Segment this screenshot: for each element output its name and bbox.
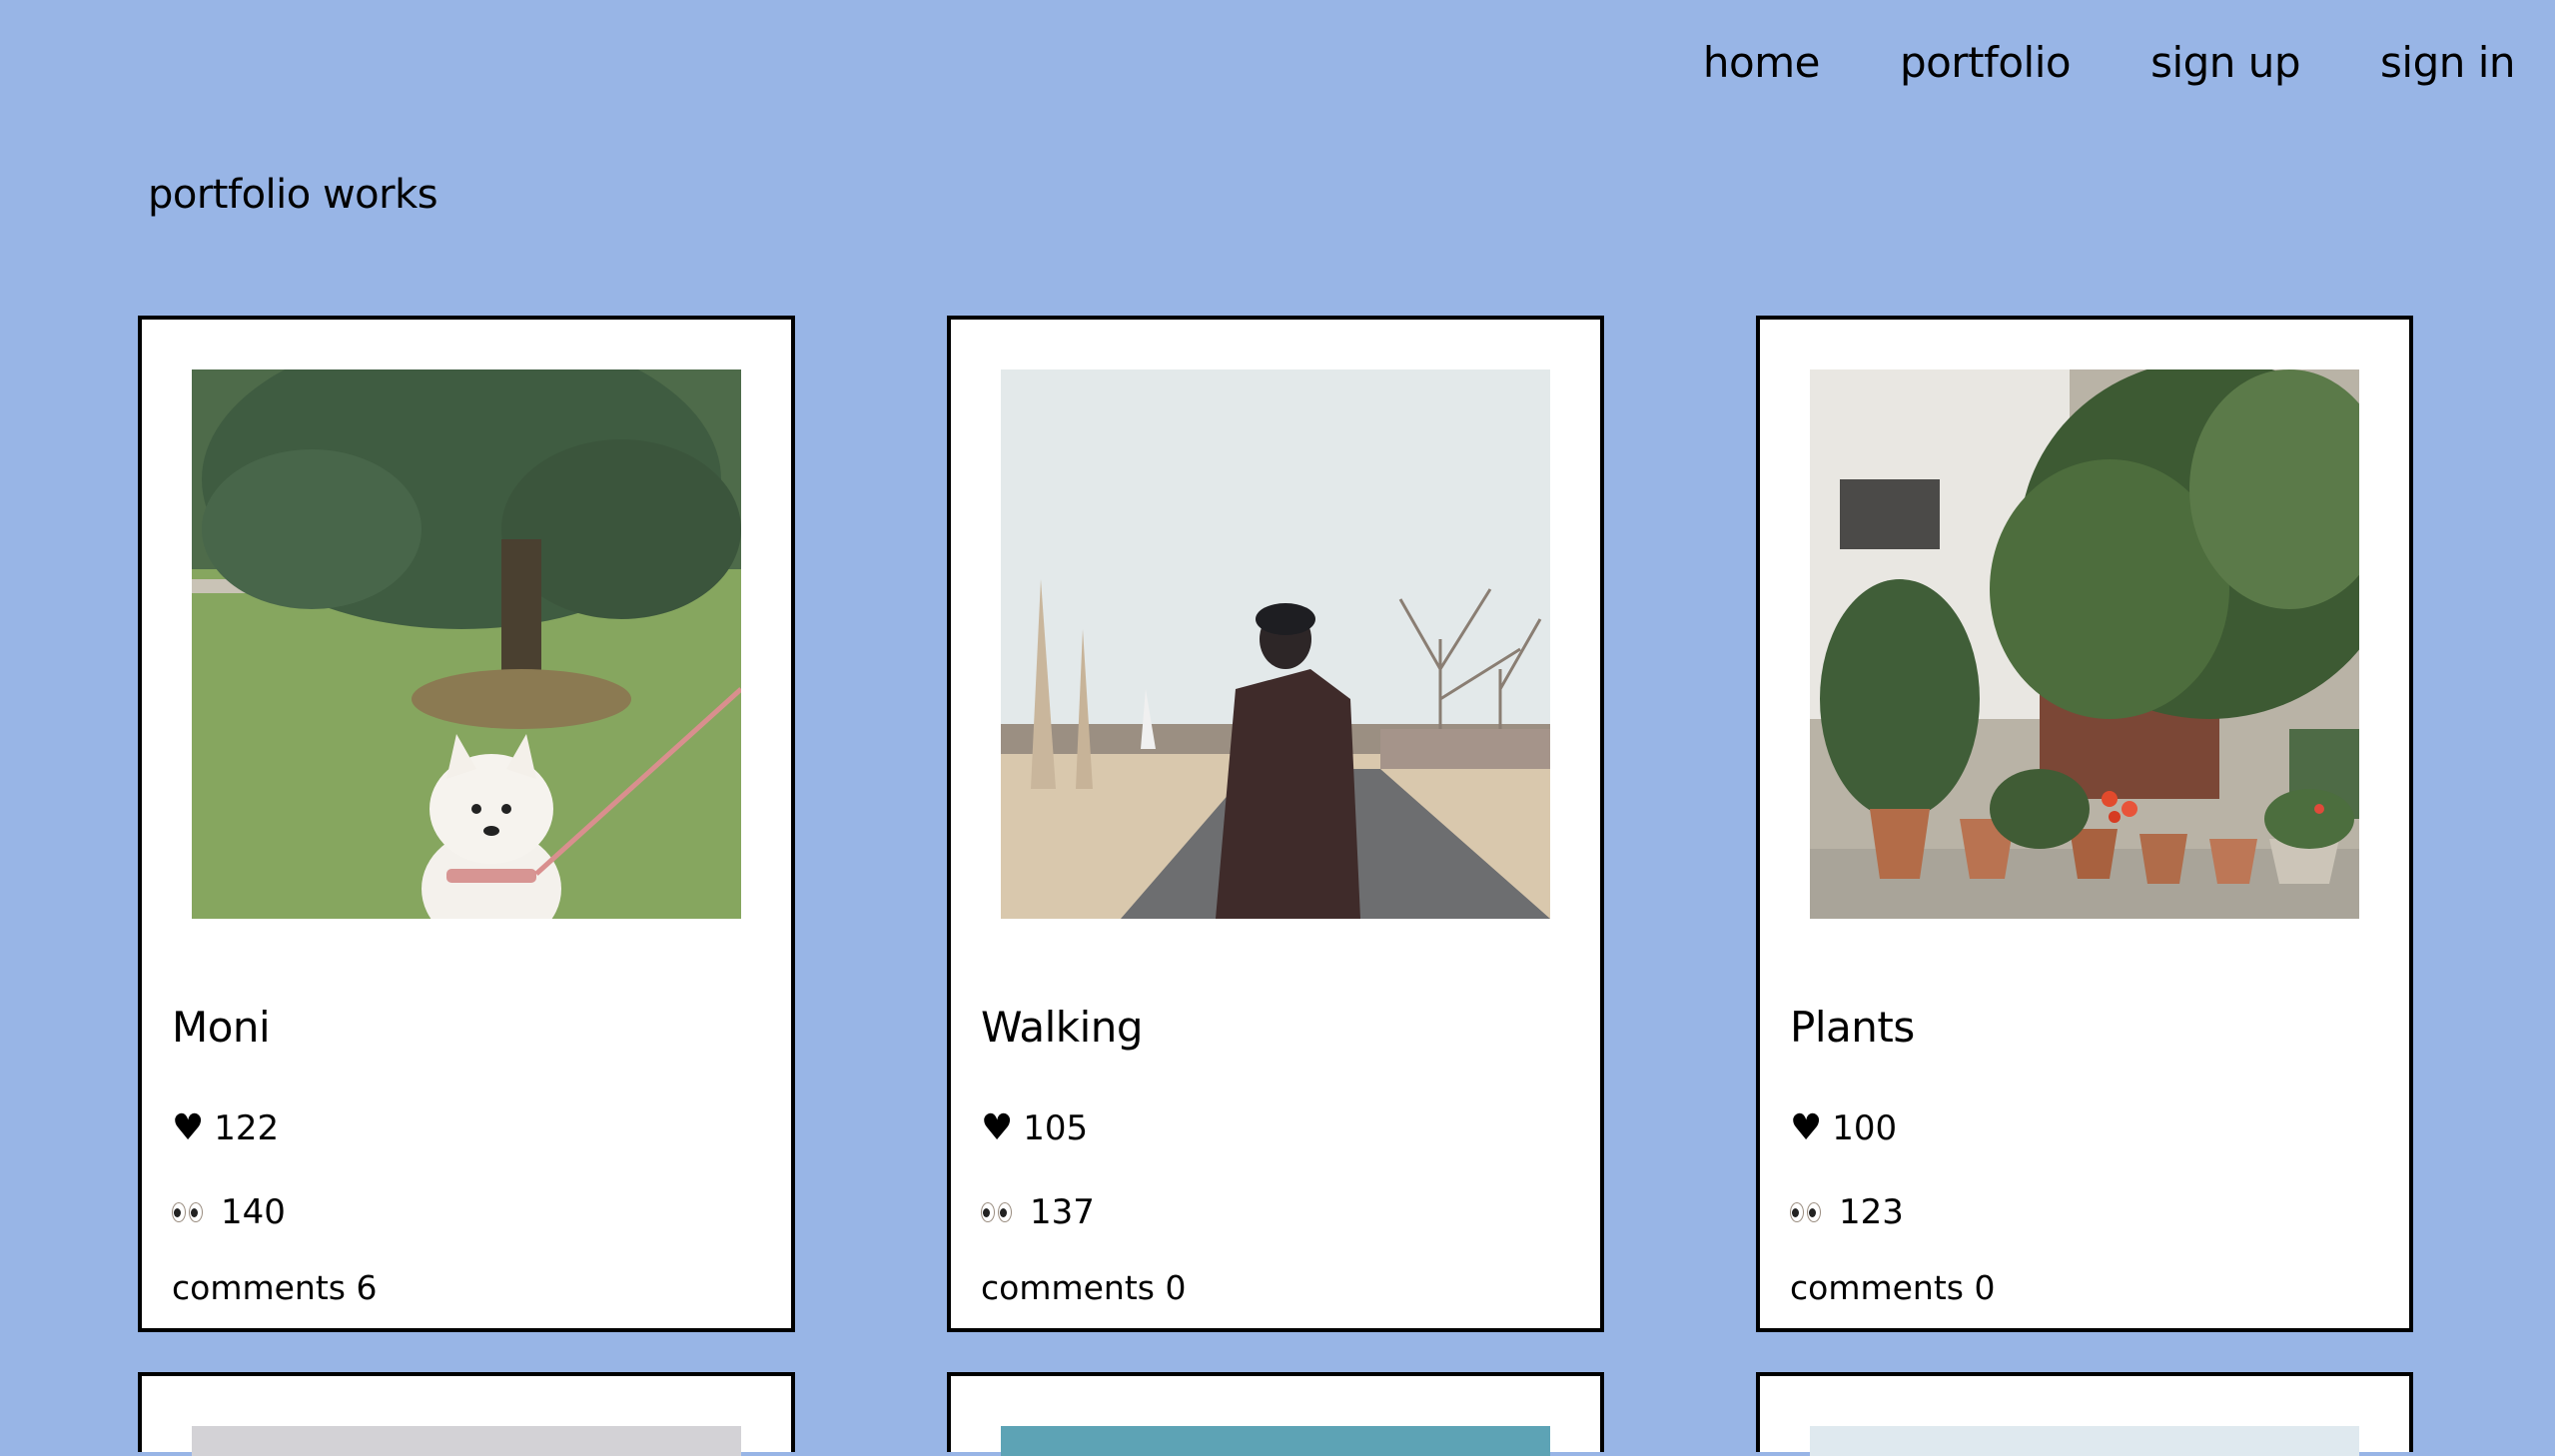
likes-count[interactable]: ♥ 105 [981,1108,1088,1148]
comments-count[interactable]: comments 6 [172,1268,377,1307]
eyes-icon [981,1202,1012,1222]
views-count: 140 [172,1192,286,1232]
top-nav: home portfolio sign up sign in [1703,38,2516,87]
heart-icon[interactable]: ♥ [1790,1110,1822,1146]
work-title: Plants [1790,1003,1915,1052]
heart-icon[interactable]: ♥ [172,1110,204,1146]
likes-value: 100 [1832,1108,1898,1148]
eyes-icon [172,1202,203,1222]
card-photo [1810,1426,2359,1456]
nav-home-link[interactable]: home [1703,38,1821,87]
work-card-partial[interactable] [1756,1372,2413,1456]
work-card-plants[interactable]: Plants ♥ 100 123 comments 0 [1756,316,2413,1332]
work-card-walking[interactable]: Walking ♥ 105 137 comments 0 [947,316,1604,1332]
page-title: portfolio works [148,172,438,218]
works-grid: Moni ♥ 122 140 comments 6 Walking ♥ 105 … [138,316,2418,1456]
views-count: 137 [981,1192,1095,1232]
potted-plants-photo [1810,369,2359,919]
likes-value: 105 [1023,1108,1089,1148]
work-card-partial[interactable] [138,1372,795,1456]
nav-portfolio-link[interactable]: portfolio [1900,38,2072,87]
comments-count[interactable]: comments 0 [1790,1268,1995,1307]
views-value: 140 [221,1192,286,1232]
work-title: Moni [172,1003,271,1052]
heart-icon[interactable]: ♥ [981,1110,1013,1146]
card-photo [192,1426,741,1456]
likes-count[interactable]: ♥ 100 [1790,1108,1897,1148]
likes-value: 122 [214,1108,280,1148]
nav-sign-up-link[interactable]: sign up [2150,38,2300,87]
eyes-icon [1790,1202,1821,1222]
work-title: Walking [981,1003,1144,1052]
views-value: 137 [1030,1192,1095,1232]
views-count: 123 [1790,1192,1904,1232]
card-photo [1001,1426,1550,1456]
views-value: 123 [1839,1192,1904,1232]
man-in-coat-walking-photo [1001,369,1550,919]
dog-on-grass-photo [192,369,741,919]
likes-count[interactable]: ♥ 122 [172,1108,279,1148]
nav-sign-in-link[interactable]: sign in [2380,38,2515,87]
work-card-partial[interactable] [947,1372,1604,1456]
comments-count[interactable]: comments 0 [981,1268,1186,1307]
work-card-moni[interactable]: Moni ♥ 122 140 comments 6 [138,316,795,1332]
